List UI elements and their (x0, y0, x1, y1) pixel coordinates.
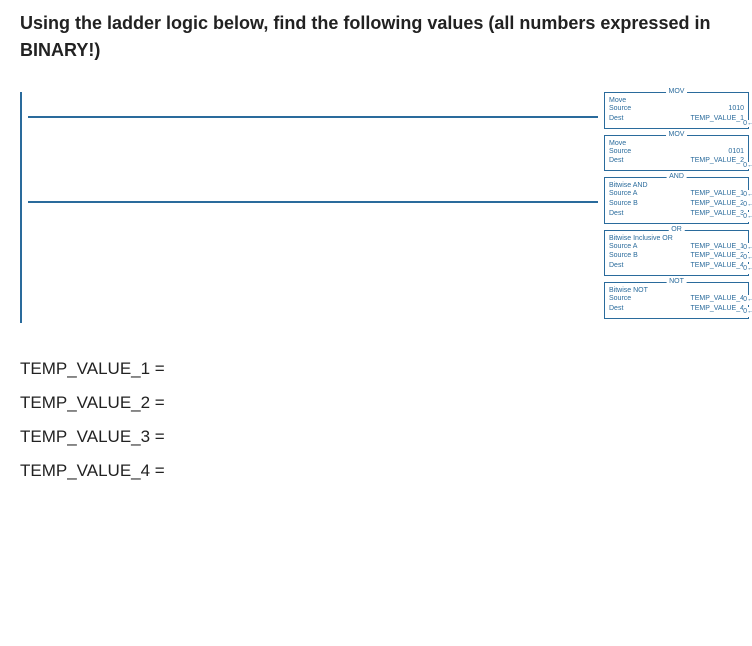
row-value: TEMP_VALUE_4 (623, 261, 744, 271)
row: Source B TEMP_VALUE_2 0← (609, 251, 744, 261)
row-label: Source A (609, 242, 637, 252)
row-value: TEMP_VALUE_2 (638, 251, 744, 261)
row-value: 1010 (631, 104, 744, 114)
instruction-sub: Move (609, 140, 744, 147)
row: Source 0101 (609, 147, 744, 157)
instruction-title: OR (668, 226, 685, 233)
and-instruction: AND Bitwise AND Source A TEMP_VALUE_1 0←… (604, 177, 749, 223)
row: Source TEMP_VALUE_4 0← (609, 294, 744, 304)
row: Source 1010 (609, 104, 744, 114)
row-value: TEMP_VALUE_4 (623, 304, 744, 314)
row: Source B TEMP_VALUE_2 0← (609, 199, 744, 209)
row-label: Dest (609, 114, 623, 124)
rung-2: AND Bitwise AND Source A TEMP_VALUE_1 0←… (26, 177, 732, 318)
corner-note: 0← (743, 264, 752, 274)
corner-note: 0← (743, 253, 752, 263)
row: Dest TEMP_VALUE_4 0← (609, 304, 744, 314)
row: Source A TEMP_VALUE_1 0← (609, 242, 744, 252)
instruction-sub: Bitwise NOT (609, 287, 744, 294)
row-value: TEMP_VALUE_1 (623, 114, 744, 124)
mov-instruction-2: MOV Move Source 0101 Dest TEMP_VALUE_2 0… (604, 135, 749, 172)
rung-1: MOV Move Source 1010 Dest TEMP_VALUE_1 0… (26, 92, 732, 171)
corner-note: 0← (743, 190, 752, 200)
instruction-title: MOV (666, 131, 688, 138)
instruction-sub: Move (609, 97, 744, 104)
row-label: Source A (609, 189, 637, 199)
answer-temp-value-1: TEMP_VALUE_1 = (20, 359, 732, 379)
rung-wire (28, 201, 598, 203)
row-label: Source B (609, 251, 638, 261)
answer-temp-value-3: TEMP_VALUE_3 = (20, 427, 732, 447)
row-value: TEMP_VALUE_4 (631, 294, 744, 304)
row: Dest TEMP_VALUE_4 0← (609, 261, 744, 271)
corner-note: 0← (743, 200, 752, 210)
instruction-sub: Bitwise AND (609, 182, 744, 189)
row-value: TEMP_VALUE_2 (623, 156, 744, 166)
ladder-diagram: MOV Move Source 1010 Dest TEMP_VALUE_1 0… (20, 92, 732, 319)
row-label: Source B (609, 199, 638, 209)
answer-temp-value-4: TEMP_VALUE_4 = (20, 461, 732, 481)
row-label: Dest (609, 261, 623, 271)
corner-note: 0← (743, 295, 752, 305)
corner-note: 0← (743, 307, 752, 317)
instruction-title: NOT (666, 278, 687, 285)
mov-instruction-1: MOV Move Source 1010 Dest TEMP_VALUE_1 0… (604, 92, 749, 129)
row-label: Source (609, 147, 631, 157)
left-rail (20, 92, 22, 323)
row-value: TEMP_VALUE_3 (623, 209, 744, 219)
or-instruction: OR Bitwise Inclusive OR Source A TEMP_VA… (604, 230, 749, 276)
instruction-sub: Bitwise Inclusive OR (609, 235, 744, 242)
question-text: Using the ladder logic below, find the f… (20, 10, 732, 64)
row: Source A TEMP_VALUE_1 0← (609, 189, 744, 199)
row: Dest TEMP_VALUE_3 0← (609, 209, 744, 219)
row: Dest TEMP_VALUE_1 (609, 114, 744, 124)
row-label: Dest (609, 304, 623, 314)
row-value: 0101 (631, 147, 744, 157)
instruction-title: MOV (666, 88, 688, 95)
rung-wire (28, 116, 598, 118)
row-label: Source (609, 104, 631, 114)
row-value: TEMP_VALUE_1 (637, 189, 744, 199)
corner-note: 0← (743, 120, 752, 127)
corner-note: 0← (743, 212, 752, 222)
not-instruction: NOT Bitwise NOT Source TEMP_VALUE_4 0← D… (604, 282, 749, 319)
corner-note: 0← (743, 162, 752, 169)
instruction-title: AND (666, 173, 687, 180)
row-value: TEMP_VALUE_1 (637, 242, 744, 252)
corner-note: 0← (743, 243, 752, 253)
row-value: TEMP_VALUE_2 (638, 199, 744, 209)
answer-temp-value-2: TEMP_VALUE_2 = (20, 393, 732, 413)
row: Dest TEMP_VALUE_2 (609, 156, 744, 166)
row-label: Source (609, 294, 631, 304)
row-label: Dest (609, 156, 623, 166)
row-label: Dest (609, 209, 623, 219)
